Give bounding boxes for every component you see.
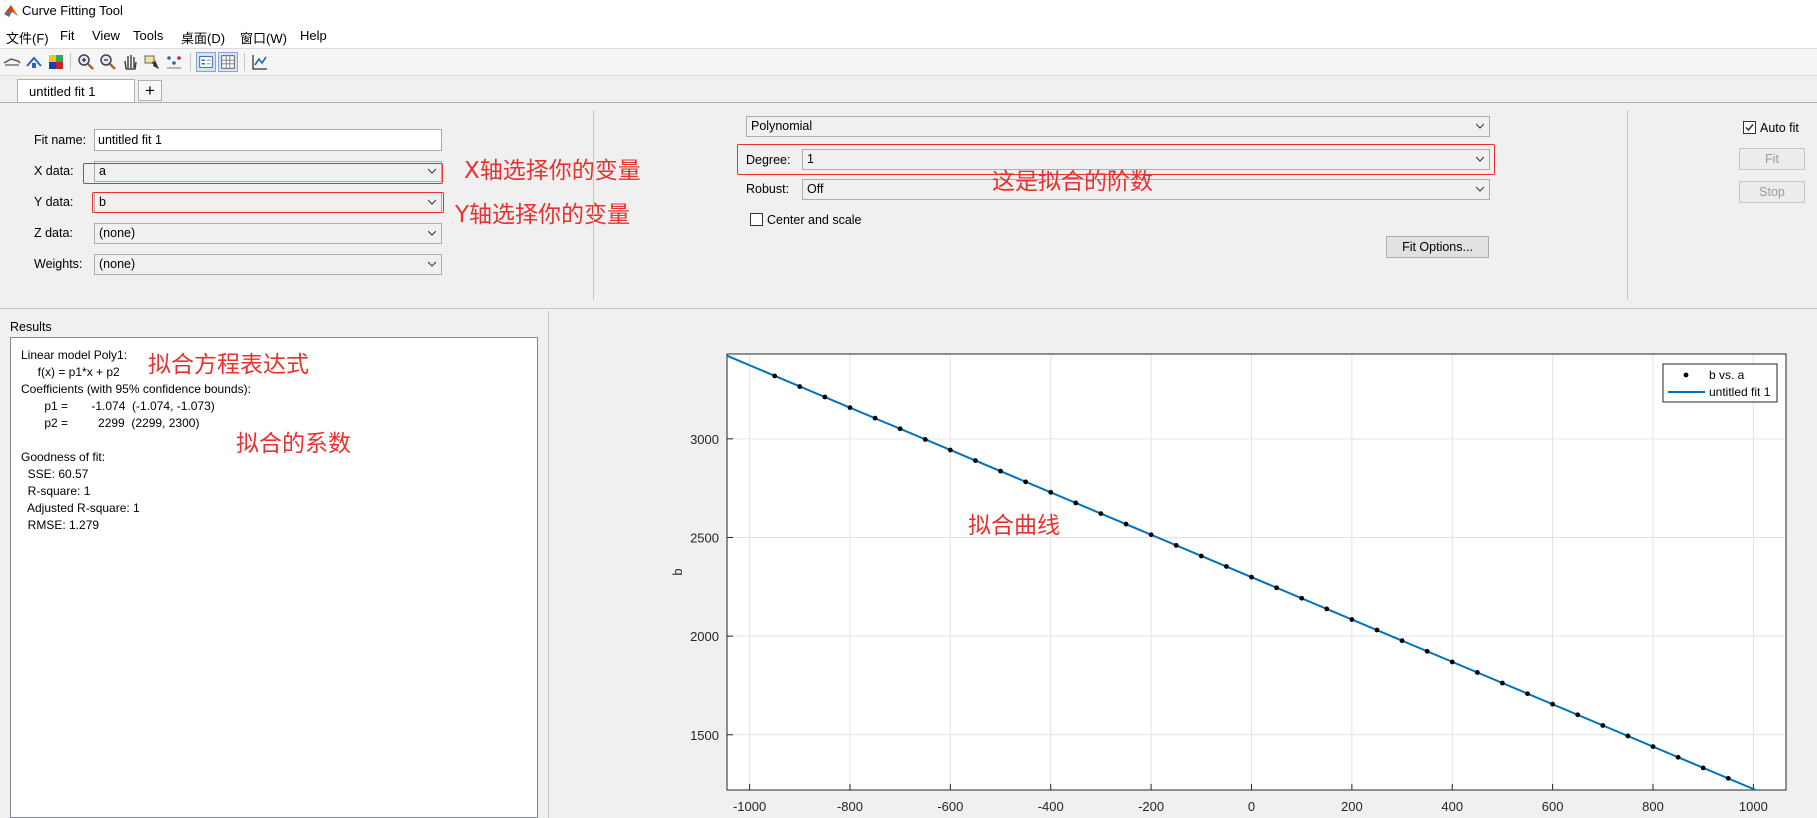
data-point [1474, 670, 1480, 675]
data-point [1349, 617, 1355, 622]
data-point [1274, 585, 1279, 591]
data-point [1650, 744, 1656, 749]
y-axis-label: b [670, 568, 685, 575]
data-point [1299, 595, 1305, 601]
data-point [1500, 680, 1505, 686]
data-point [1324, 606, 1330, 612]
data-point [872, 415, 878, 421]
x-tick-label: -200 [1138, 799, 1164, 814]
data-point [1148, 532, 1154, 538]
x-tick-label: 600 [1542, 799, 1564, 814]
y-tick-label: 2500 [690, 530, 719, 545]
data-point [973, 458, 978, 463]
data-point [1223, 564, 1229, 569]
data-point [1123, 521, 1129, 527]
data-point [1249, 574, 1254, 580]
data-point [998, 468, 1003, 474]
x-tick-label: 200 [1341, 799, 1363, 814]
x-tick-label: 400 [1441, 799, 1463, 814]
x-tick-label: 0 [1248, 799, 1255, 814]
data-point [847, 405, 853, 411]
data-point [1424, 648, 1430, 654]
data-point [1550, 701, 1556, 707]
fit-plot[interactable]: -1000 -800 -600 -400 -200 0 200 400 600 800 1000 15… [0, 0, 1817, 818]
data-point [1575, 712, 1581, 718]
data-point [922, 437, 928, 442]
data-point [1173, 542, 1179, 548]
data-point [1725, 775, 1731, 781]
data-point [1399, 638, 1405, 644]
x-tick-label: 800 [1642, 799, 1664, 814]
data-point [1625, 733, 1631, 739]
legend-marker-points [1683, 372, 1689, 378]
x-tick-label: -400 [1038, 799, 1064, 814]
data-point [1073, 500, 1079, 506]
x-tick-label: -800 [837, 799, 863, 814]
data-point [1675, 754, 1681, 760]
y-tick-label: 3000 [690, 432, 719, 447]
data-point [947, 447, 953, 453]
y-tick-label: 1500 [690, 728, 719, 743]
data-point [1525, 691, 1530, 697]
x-tick-label: 1000 [1739, 799, 1768, 814]
y-tick-label: 2000 [690, 629, 719, 644]
plot-background [727, 354, 1786, 790]
data-point [1023, 479, 1029, 485]
data-point [1700, 765, 1706, 771]
data-point [1048, 489, 1054, 495]
legend-label-points: b vs. a [1709, 368, 1745, 382]
data-point [1449, 659, 1455, 665]
x-tick-label: -600 [937, 799, 963, 814]
x-tick-label: -1000 [733, 799, 766, 814]
data-point [1600, 723, 1606, 728]
data-point [822, 394, 828, 400]
data-point [1198, 553, 1204, 559]
data-point [1374, 627, 1380, 633]
data-point [797, 384, 803, 389]
data-point [772, 373, 778, 379]
legend-label-fit: untitled fit 1 [1709, 385, 1771, 399]
data-point [1098, 511, 1104, 517]
data-point [897, 426, 903, 432]
curve-annotation: 拟合曲线 [968, 513, 1060, 539]
